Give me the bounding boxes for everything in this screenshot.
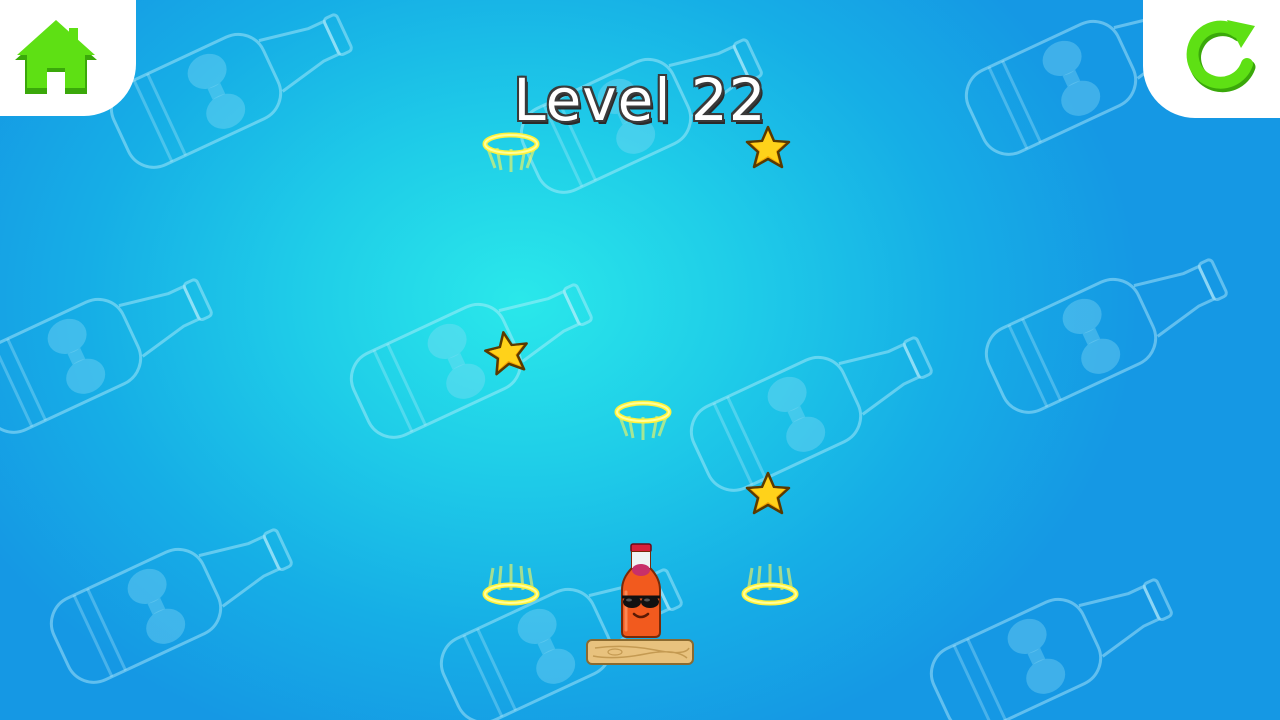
restart-button[interactable]: [1143, 0, 1280, 118]
restart-icon: [1186, 20, 1256, 93]
hoop-ring: [482, 132, 540, 172]
level-title: Level 22: [513, 66, 767, 134]
star-collectible: [745, 471, 791, 515]
home-icon: [15, 20, 97, 94]
hoop-ring: [482, 564, 540, 606]
game-stage[interactable]: Level 22: [0, 0, 1280, 720]
bottle-player[interactable]: [612, 540, 672, 640]
star-collectible: [745, 125, 791, 169]
hoop-ring: [614, 400, 672, 440]
hoop-ring: [741, 564, 799, 606]
home-button[interactable]: [0, 0, 136, 116]
wooden-platform: [586, 639, 694, 665]
star-collectible: [484, 331, 528, 376]
